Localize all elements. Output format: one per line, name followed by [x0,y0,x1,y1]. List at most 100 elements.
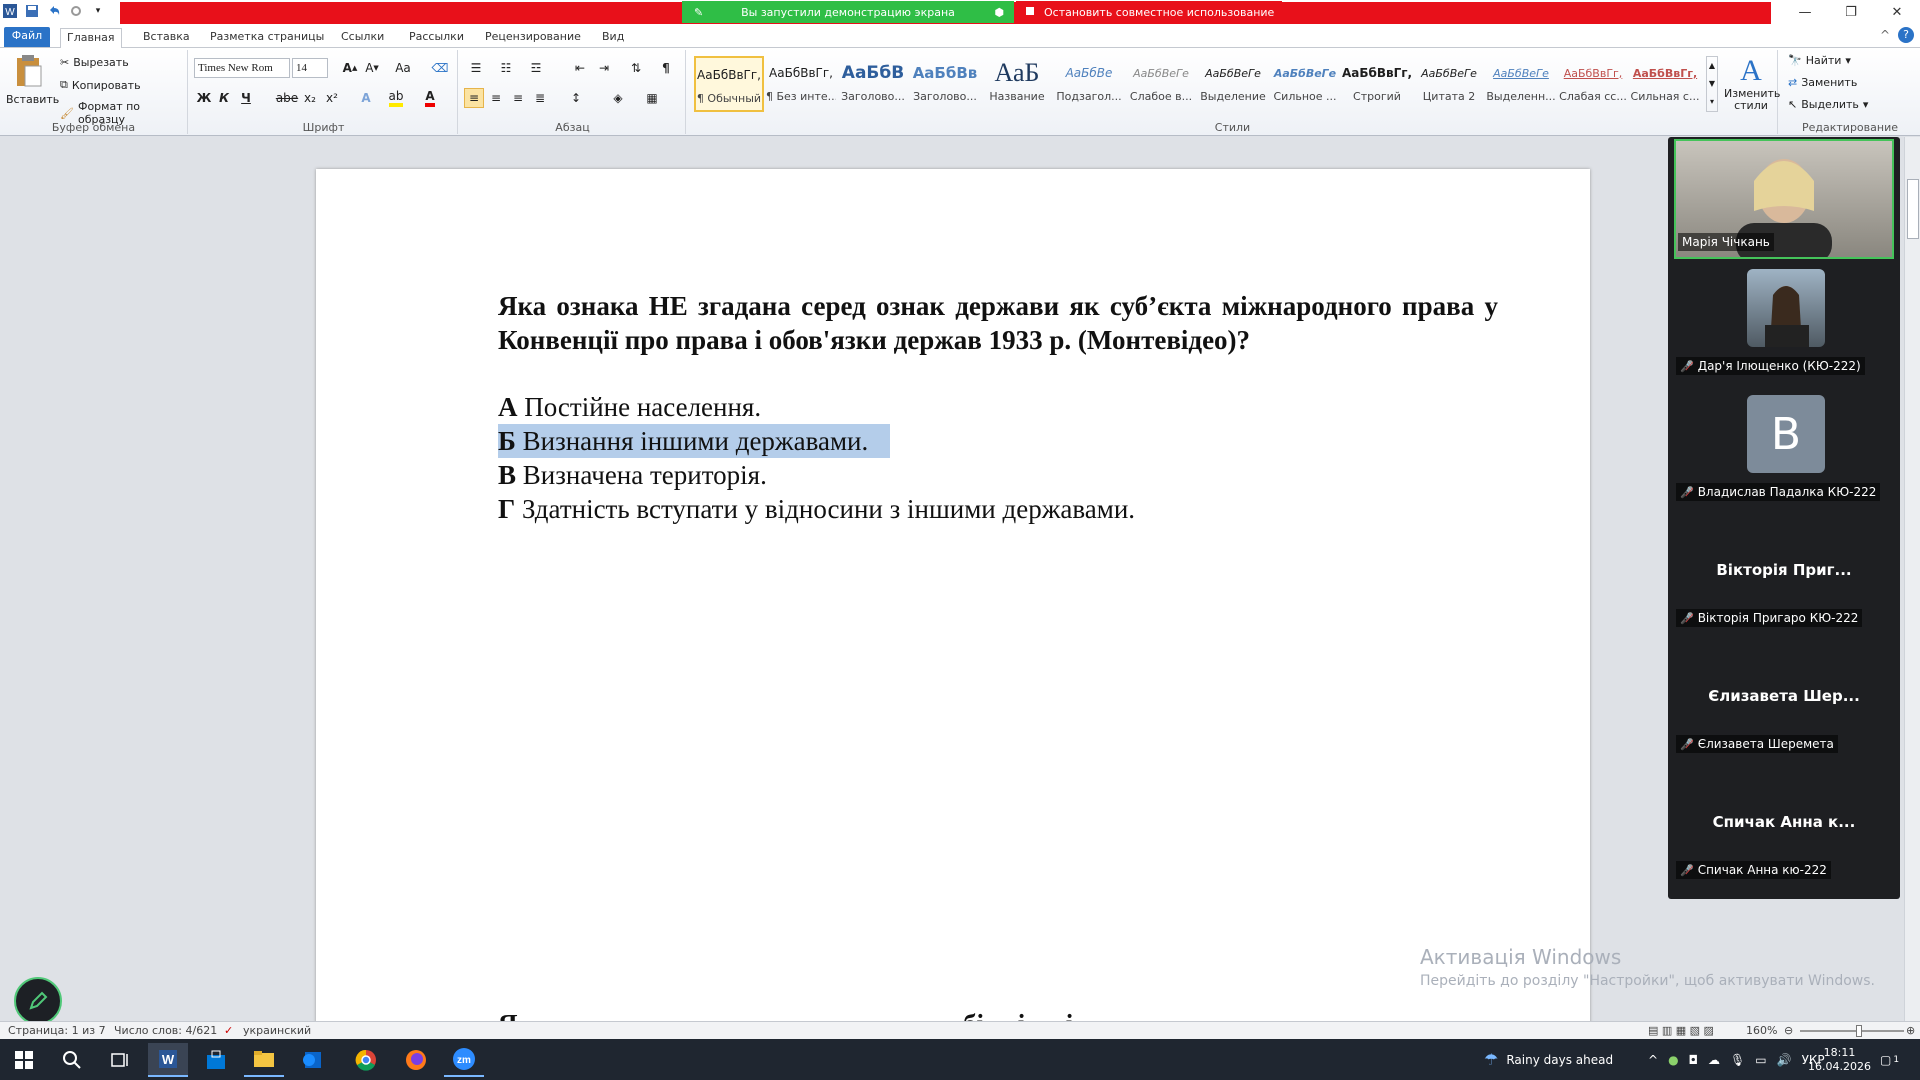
clear-formatting-icon[interactable]: ⌫ [430,58,450,78]
highlight-color-icon[interactable]: ab [386,88,406,108]
select-button[interactable]: ↖ Выделить ▾ [1788,98,1868,111]
style-heading-1[interactable]: АаБбВ Заголово... [838,56,908,112]
borders-icon[interactable]: ▦ [642,88,662,108]
ribbon-minimize-icon[interactable]: ^ [1880,28,1890,42]
zoom-in-icon[interactable]: ⊕ [1906,1024,1915,1037]
style-no-spacing[interactable]: АаБбВвГг, ¶ Без инте... [766,56,836,112]
document-page[interactable]: Яка ознака НЕ згадана серед ознак держав… [316,169,1590,1069]
language-indicator[interactable]: украинский [243,1024,311,1037]
participant-tile[interactable]: Спичак Анна к... 🎤̸ Спичак Анна кю-222 [1674,765,1894,885]
microphone-icon[interactable]: 🎙 [1730,1053,1745,1067]
search-icon[interactable] [52,1043,92,1077]
style-normal[interactable]: АаБбВвГг, ¶ Обычный [694,56,764,112]
shrink-font-icon[interactable]: A ▼ [362,58,382,78]
vertical-scrollbar[interactable] [1904,137,1920,1021]
tab-mailings[interactable]: Рассылки [403,28,470,48]
annotate-pen-button[interactable] [14,977,62,1025]
network-icon[interactable]: ▭ [1755,1053,1766,1067]
zoom-slider-thumb[interactable] [1856,1025,1862,1037]
align-center-icon[interactable]: ≡ [486,88,506,108]
sort-icon[interactable]: ⇅ [626,58,646,78]
tab-page-layout[interactable]: Разметка страницы [204,28,330,48]
style-subtle-emphasis[interactable]: АаБбВеГе Слабое в... [1126,56,1196,112]
redo-icon[interactable] [68,3,84,19]
undo-icon[interactable] [46,3,62,19]
outlook-icon[interactable] [292,1043,332,1077]
participant-tile[interactable]: Марія Чічкань [1674,139,1894,263]
cut-button[interactable]: ✂ Вырезать [60,56,129,69]
style-strong[interactable]: АаБбВвГг, Строгий [1342,56,1412,112]
text-effects-icon[interactable]: A [356,88,376,108]
zoom-out-icon[interactable]: ⊖ [1784,1024,1793,1037]
superscript-button[interactable]: x² [322,88,342,108]
zoom-level[interactable]: 160% [1746,1024,1777,1037]
volume-icon[interactable]: 🔊 [1777,1053,1792,1067]
save-icon[interactable] [24,3,40,19]
word-taskbar-icon[interactable]: W [148,1043,188,1077]
minimize-button[interactable]: — [1782,0,1828,24]
help-icon[interactable]: ? [1898,27,1914,43]
grow-font-icon[interactable]: A ▲ [340,58,360,78]
clock[interactable]: 18:11 16.04.2026 [1808,1039,1871,1080]
style-subtitle[interactable]: АаБбВе Подзагол... [1054,56,1124,112]
line-spacing-icon[interactable]: ↕ [566,88,586,108]
justify-icon[interactable]: ≣ [530,88,550,108]
change-styles-button[interactable]: A Изменить стили [1724,54,1780,112]
font-size-select[interactable]: 14 [292,58,328,78]
shading-icon[interactable]: ◈ [608,88,628,108]
style-heading-2[interactable]: АаБбВв Заголово... [910,56,980,112]
tab-review[interactable]: Рецензирование [479,28,587,48]
style-intense-quote[interactable]: АаБбВеГе Выделенн... [1486,56,1556,112]
style-intense-emphasis[interactable]: АаБбВеГе Сильное ... [1270,56,1340,112]
style-emphasis[interactable]: АаБбВеГе Выделение [1198,56,1268,112]
show-marks-icon[interactable]: ¶ [656,58,676,78]
firefox-icon[interactable] [396,1043,436,1077]
tab-insert[interactable]: Вставка [137,28,196,48]
style-intense-reference[interactable]: АаБбВвГг, Сильная с... [1630,56,1700,112]
notifications-button[interactable]: ▢ 1 [1880,1039,1899,1080]
close-button[interactable]: ✕ [1874,0,1920,24]
decrease-indent-icon[interactable]: ⇤ [570,58,590,78]
multilevel-list-icon[interactable]: ☲ [526,58,546,78]
tab-file[interactable]: Файл [4,27,50,47]
zoom-slider[interactable] [1800,1025,1904,1037]
participant-tile[interactable]: 🎤̸ Дар'я Ілющенко (КЮ-222) [1674,261,1894,381]
view-buttons[interactable]: ▤ ▥ ▦ ▧ ▨ [1648,1024,1714,1037]
paste-button[interactable]: Вставить [6,54,59,106]
scrollbar-thumb[interactable] [1907,179,1919,239]
align-left-icon[interactable]: ≡ [464,88,484,108]
tab-home[interactable]: Главная [60,28,122,48]
tray-app-icon[interactable]: ● [1668,1053,1678,1067]
zoom-app-icon[interactable]: zm [444,1043,484,1077]
tray-camera-icon[interactable]: ◘ [1689,1053,1699,1067]
tray-cloud-icon[interactable]: ☁ [1708,1053,1720,1067]
bullets-icon[interactable]: ☰ [466,58,486,78]
numbering-icon[interactable]: ☷ [496,58,516,78]
participant-tile[interactable]: Вікторія Приг... 🎤̸ Вікторія Пригаро КЮ-2… [1674,513,1894,633]
bold-button[interactable]: Ж [194,88,214,108]
copy-button[interactable]: ⧉ Копировать [60,78,141,92]
weather-widget[interactable]: ☂ Rainy days ahead [1484,1039,1613,1080]
proofing-icon[interactable]: ✓ [224,1024,233,1037]
change-case-button[interactable]: Aa [390,58,416,78]
font-color-icon[interactable]: A [420,88,440,108]
styles-scroll[interactable]: ▲ ▼ ▾ [1706,56,1718,112]
customize-qat-icon[interactable]: ▾ [90,3,106,19]
underline-button[interactable]: Ч [236,88,256,108]
tab-references[interactable]: Ссылки [335,28,390,48]
restore-button[interactable]: ❐ [1828,0,1874,24]
font-name-select[interactable]: Times New Rom [194,58,290,78]
page-count[interactable]: Страница: 1 из 7 [8,1024,106,1037]
store-icon[interactable] [196,1043,236,1077]
chrome-icon[interactable] [346,1043,386,1077]
tray-chevron-icon[interactable]: ^ [1648,1053,1658,1067]
increase-indent-icon[interactable]: ⇥ [594,58,614,78]
style-quote-2[interactable]: АаБбВеГе Цитата 2 [1414,56,1484,112]
participant-tile[interactable]: В 🎤̸ Владислав Падалка КЮ-222 [1674,387,1894,507]
style-subtle-reference[interactable]: АаБбВвГг, Слабая сс... [1558,56,1628,112]
file-explorer-icon[interactable] [244,1043,284,1077]
subscript-button[interactable]: x₂ [300,88,320,108]
align-right-icon[interactable]: ≡ [508,88,528,108]
strikethrough-button[interactable]: abe [274,88,300,108]
italic-button[interactable]: К [214,88,234,108]
